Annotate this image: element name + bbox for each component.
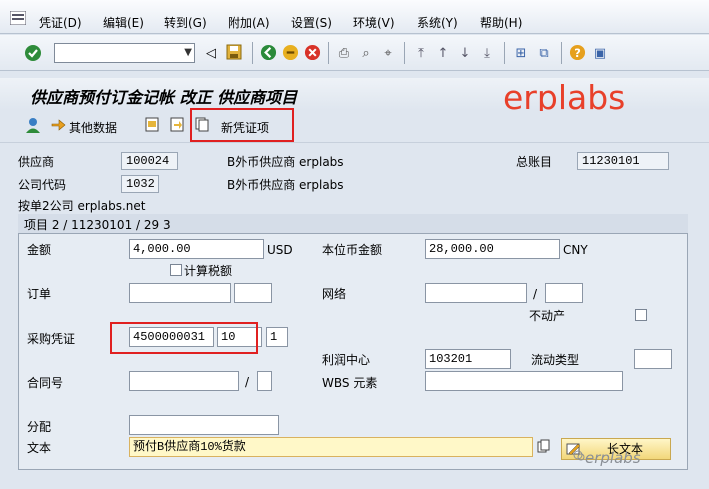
contract-item-input[interactable] (257, 371, 272, 391)
cancel-icon[interactable] (304, 44, 321, 61)
sap-menu-icon[interactable] (10, 11, 26, 25)
calculate-tax-label: 计算税额 (184, 264, 233, 278)
new-session-icon[interactable]: ⊞ (512, 44, 530, 62)
vendor-value: 100024 (126, 154, 170, 168)
amount-value: 4,000.00 (133, 242, 191, 256)
real-estate-checkbox[interactable] (635, 309, 647, 321)
profit-center-value: 103201 (429, 352, 473, 366)
svg-text:?: ? (574, 46, 581, 60)
copy-item-icon[interactable] (145, 117, 159, 132)
network-label: 网络 (322, 287, 347, 301)
exit-icon[interactable] (282, 44, 299, 61)
local-amount-input[interactable]: 28,000.00 (425, 239, 560, 259)
back-icon[interactable] (260, 44, 277, 61)
chevron-down-icon[interactable]: ▼ (184, 47, 192, 58)
menu-document[interactable]: 凭证(D) (39, 16, 82, 30)
local-currency: CNY (563, 243, 588, 257)
network-activity-input[interactable] (545, 283, 583, 303)
amount-input[interactable]: 4,000.00 (129, 239, 264, 259)
customize-layout-icon[interactable]: ▣ (591, 44, 609, 62)
contract-label: 合同号 (27, 376, 64, 390)
paste-item-icon[interactable] (170, 117, 184, 132)
text-label: 文本 (27, 441, 52, 455)
calculate-tax-checkbox[interactable] (170, 264, 182, 276)
arrow-left-icon[interactable]: ◁ (202, 44, 220, 62)
menu-extras[interactable]: 附加(A) (228, 16, 270, 30)
toolbar-separator (504, 42, 505, 64)
command-field[interactable]: ▼ (54, 43, 195, 63)
print-icon[interactable]: ⎙ (335, 44, 353, 62)
text-expand-icon[interactable] (537, 439, 551, 454)
other-data-icon[interactable] (50, 116, 66, 132)
company-name: B外币供应商 erplabs (227, 178, 344, 192)
network-separator: / (533, 287, 538, 301)
assignment-label: 分配 (27, 420, 52, 434)
text-input[interactable]: 预付B供应商10%货款 (129, 437, 533, 457)
vendor-label: 供应商 (18, 155, 55, 169)
local-amount-label: 本位币金额 (322, 243, 383, 257)
purchase-order-extra-value: 1 (270, 330, 278, 344)
flow-type-label: 流动类型 (531, 353, 580, 367)
find-next-icon[interactable]: ⌖ (379, 44, 397, 62)
contract-separator: / (245, 375, 250, 389)
text-value: 预付B供应商10%货款 (133, 440, 246, 454)
order-input[interactable] (129, 283, 231, 303)
last-page-icon[interactable]: ⤓ (478, 44, 496, 62)
wechat-icon (573, 450, 585, 461)
company-code-field[interactable]: 1032 (121, 175, 159, 193)
shortcut-icon[interactable]: ⧉ (535, 44, 553, 62)
first-page-icon[interactable]: ⤒ (412, 44, 430, 62)
amount-label: 金额 (27, 243, 52, 257)
gl-account-field[interactable]: 11230101 (577, 152, 669, 170)
enter-icon[interactable] (24, 44, 42, 62)
wbs-element-label: WBS 元素 (322, 376, 378, 390)
toolbar-separator (328, 42, 329, 64)
amount-currency: USD (267, 243, 293, 257)
menu-help[interactable]: 帮助(H) (480, 16, 522, 30)
company-code-value: 1032 (126, 177, 155, 191)
vendor-field[interactable]: 100024 (121, 152, 178, 170)
vendor-name: B外币供应商 erplabs (227, 155, 344, 169)
toolbar-separator (561, 42, 562, 64)
assignment-input[interactable] (129, 415, 279, 435)
previous-page-icon[interactable]: ↑ (434, 44, 452, 62)
menu-edit[interactable]: 编辑(E) (103, 16, 144, 30)
gl-account-label: 总账目 (516, 155, 553, 169)
wechat-erplabs-watermark: erplabs (585, 449, 641, 467)
menu-goto[interactable]: 转到(G) (164, 16, 207, 30)
toolbar-separator (252, 42, 253, 64)
find-icon[interactable]: ⌕ (357, 44, 375, 62)
toolbar-separator (404, 42, 405, 64)
order-label: 订单 (27, 287, 52, 301)
help-icon[interactable]: ? (569, 44, 586, 61)
other-data-button[interactable]: 其他数据 (69, 119, 117, 136)
profit-center-label: 利润中心 (322, 353, 371, 367)
purchase-order-extra-input[interactable]: 1 (266, 327, 288, 347)
gl-account-value: 11230101 (582, 154, 640, 168)
menu-settings[interactable]: 设置(S) (291, 16, 332, 30)
highlight-box-new-item (190, 108, 294, 142)
purchase-order-label: 采购凭证 (27, 332, 76, 346)
contract-input[interactable] (129, 371, 239, 391)
real-estate-label: 不动产 (529, 309, 566, 323)
save-icon[interactable] (226, 44, 242, 60)
wbs-element-input[interactable] (425, 371, 623, 391)
menu-environment[interactable]: 环境(V) (353, 16, 395, 30)
order-extra-input[interactable] (234, 283, 272, 303)
network-input[interactable] (425, 283, 527, 303)
menu-system[interactable]: 系统(Y) (417, 16, 458, 30)
page-title: 供应商预付订金记帐 改正 供应商项目 (30, 88, 298, 107)
next-page-icon[interactable]: ↓ (456, 44, 474, 62)
company-text: 按单2公司 erplabs.net (18, 199, 146, 213)
profit-center-input[interactable]: 103201 (425, 349, 511, 369)
vendor-master-icon[interactable] (24, 116, 42, 134)
local-amount-value: 28,000.00 (429, 242, 494, 256)
item-group-title: 项目 2 / 11230101 / 29 3 (24, 218, 171, 232)
company-code-label: 公司代码 (18, 178, 67, 192)
highlight-box-purchase-order (110, 322, 258, 354)
flow-type-input[interactable] (634, 349, 672, 369)
